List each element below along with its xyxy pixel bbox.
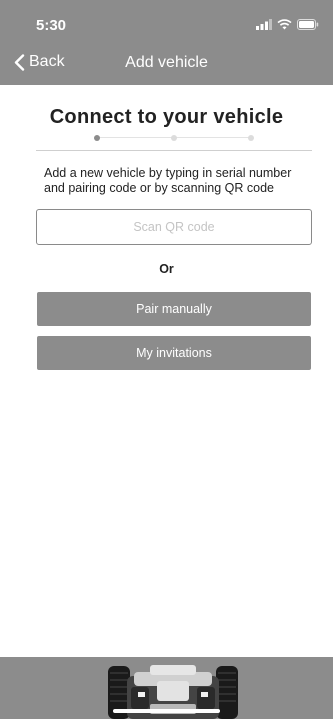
instructions-text: Add a new vehicle by typing in serial nu… [44, 166, 292, 195]
or-separator: Or [159, 262, 174, 276]
pair-manually-button[interactable]: Pair manually [37, 292, 311, 326]
scan-qr-button[interactable]: Scan QR code [36, 209, 312, 245]
status-icons [256, 19, 319, 30]
connect-title: Connect to your vehicle [49, 106, 284, 128]
step-indicator [94, 134, 254, 142]
top-bar: 5:30 Back Add vehicle [0, 0, 333, 85]
page-title: Add vehicle [125, 54, 208, 71]
battery-icon [297, 19, 319, 30]
step-dot-1 [94, 135, 100, 141]
wifi-icon [277, 19, 292, 30]
home-indicator[interactable] [113, 709, 220, 713]
step-dot-2 [171, 135, 177, 141]
status-time: 5:30 [36, 17, 67, 34]
divider [36, 150, 312, 151]
signal-icon [256, 19, 272, 30]
step-dot-3 [248, 135, 254, 141]
my-invitations-button[interactable]: My invitations [37, 336, 311, 370]
